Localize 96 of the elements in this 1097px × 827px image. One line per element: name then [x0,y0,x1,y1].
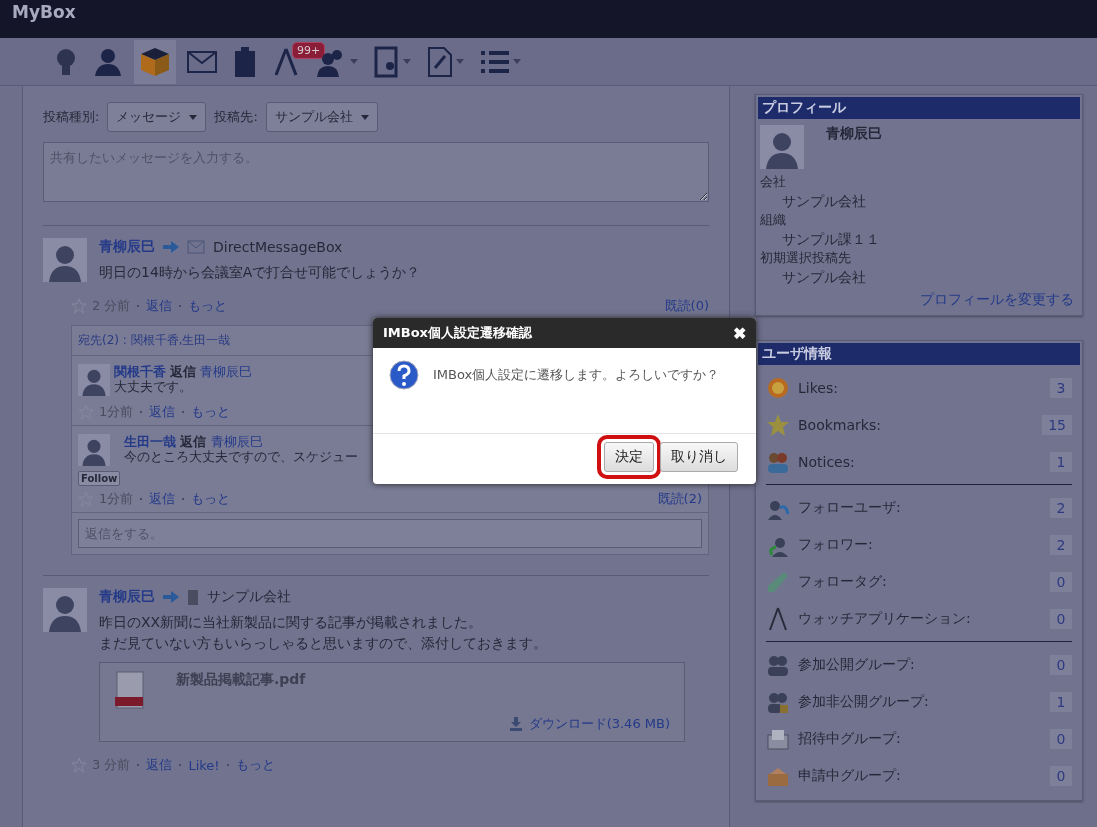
smiley-flower-icon [766,375,790,400]
reply-text: 今のところ大丈夫ですので、スケジュー [124,449,359,464]
avatar-silhouette [78,434,110,466]
person-icon [93,46,123,77]
caret-icon[interactable] [350,59,358,64]
caret-icon[interactable] [513,59,521,64]
action-link[interactable]: 返信 [149,490,176,508]
pdf-file-icon [114,671,146,711]
stat-count: 2 [1050,534,1072,555]
envelope-icon [187,240,205,254]
stat-count: 15 [1042,414,1072,435]
action-link[interactable]: Like! [188,757,220,773]
tag-icon [766,569,790,594]
attachment-name: 新製品掲載記事.pdf [176,671,307,689]
stat-label[interactable]: フォローユーザ: [798,498,901,517]
action-link[interactable]: もっと [235,756,275,774]
cube-icon [139,45,171,78]
stat-count: 2 [1050,497,1072,518]
post-target: DirectMessageBox [213,239,343,255]
reply-to-link[interactable]: 青柳辰巳 [210,434,263,449]
caret-icon[interactable] [403,59,411,64]
stat-count: 0 [1050,728,1072,749]
stat-label[interactable]: Likes: [798,379,838,396]
notification-badge: 99+ [292,41,326,59]
lightbulb-icon [55,46,77,77]
stat-count: 0 [1050,571,1072,592]
avatar-silhouette [78,364,110,396]
dialog-button[interactable]: 取り消し [660,442,738,472]
action-link[interactable]: もっと [191,403,231,421]
arrow-icon [163,241,179,253]
action-link[interactable]: 返信 [146,297,173,315]
action-link[interactable]: もっと [188,297,228,315]
reply-to-link[interactable]: 青柳辰巳 [200,364,253,379]
reply-label: 返信 [180,434,207,449]
action-link[interactable]: もっと [191,490,231,508]
contact-card-icon [374,45,400,78]
read-count-link[interactable]: 既読(2) [657,490,702,508]
field-label: 組織 [759,211,787,229]
action-link[interactable]: 返信 [149,403,176,421]
author-link[interactable]: 関根千香 [114,364,166,379]
post-text: 昨日のXX新聞に当社新製品に関する記事が掲載されました。 まだ見ていない方もいらっしゃると思いますので、添付しておきます。 [99,613,548,653]
stat-label[interactable]: ウォッチアプリケーション: [798,609,971,628]
stat-label[interactable]: Notices: [798,453,855,470]
close-button[interactable]: ✖ [733,323,746,343]
reply-label: 返信 [170,364,197,379]
avatar-silhouette [43,588,87,632]
stat-count: 3 [1050,377,1072,398]
toolbar-button[interactable] [134,39,176,84]
stat-label[interactable]: 参加公開グループ: [798,655,915,674]
caret-icon[interactable] [456,59,464,64]
field-label: 会社 [759,173,787,191]
download-link[interactable]: ダウンロード(3.46 MB) [528,715,670,733]
author-link[interactable]: 青柳辰巳 [99,588,155,606]
field-value: サンプル会社 [781,268,867,287]
stat-label[interactable]: フォロータグ: [798,572,887,591]
edit-profile-link[interactable]: プロフィールを変更する [758,287,1080,313]
post-to-select[interactable]: サンプル会社 [265,102,378,132]
stat-label[interactable]: Bookmarks: [798,416,881,433]
author-link[interactable]: 青柳辰巳 [99,238,155,256]
document-pin-icon [427,45,453,78]
stat-label[interactable]: 申請中グループ: [798,766,901,785]
panel-title: ユーザ情報 [758,343,1080,365]
field-value: サンプル会社 [781,192,867,211]
question-icon [389,360,419,390]
stat-label[interactable]: 参加非公開グループ: [798,692,929,711]
stat-count: 1 [1050,691,1072,712]
stat-count: 0 [1050,654,1072,675]
avatar-silhouette [43,238,87,282]
read-count-link[interactable]: 既読(0) [664,297,709,315]
field-value: サンプル課１１ [781,230,881,249]
download-icon[interactable] [508,717,523,731]
profile-name: 青柳辰巳 [826,125,882,143]
stat-count: 0 [1050,765,1072,786]
stat-label[interactable]: フォロワー: [798,535,873,554]
post-target: サンプル会社 [207,588,291,606]
stat-count: 1 [1050,451,1072,472]
star-icon [766,412,790,437]
post-to-label: 投稿先: [214,108,258,126]
reply-text: 大丈夫です。 [114,379,193,394]
avatar-silhouette [760,125,804,169]
window-title: MyBox [0,0,1097,38]
stat-count: 0 [1050,608,1072,629]
dialog-title: IMBox個人設定遷移確認 [383,324,532,342]
post-type-label: 投稿種別: [43,108,100,126]
post-type-select[interactable]: メッセージ [107,102,207,132]
author-link[interactable]: 生田一哉 [124,434,177,449]
post-text: 明日の14時から会議室Aで打合せ可能でしょうか？ [99,263,422,282]
field-label: 初期選択投稿先 [759,249,852,267]
panel-title: プロフィール [758,97,1080,119]
menu-icon [480,48,510,75]
envelope-icon [187,50,217,73]
follow-button[interactable]: Follow [78,471,121,486]
action-link[interactable]: 返信 [146,756,173,774]
arrow-icon [163,591,179,603]
stat-label[interactable]: 招待中グループ: [798,729,901,748]
dialog-message: IMBox個人設定に遷移します。よろしいですか？ [433,366,720,384]
